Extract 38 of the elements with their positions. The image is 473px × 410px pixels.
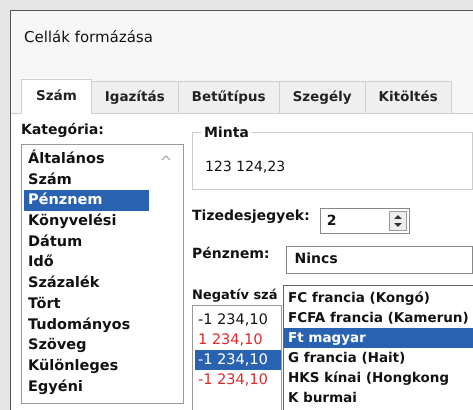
tab[interactable]: Kitöltés <box>364 81 452 114</box>
category-item[interactable]: Idő <box>24 252 149 274</box>
category-item[interactable]: Százalék <box>24 273 149 294</box>
currency-label: Pénznem: <box>192 246 270 262</box>
negative-numbers-label: Negatív szá <box>192 288 278 303</box>
window-title: Cellák formázása <box>24 28 153 46</box>
tab[interactable]: Igazítás <box>90 81 179 114</box>
sample-value: 123 124,23 <box>205 159 286 175</box>
currency-option[interactable]: K burmai <box>284 388 473 408</box>
currency-combobox[interactable]: Nincs <box>286 246 473 274</box>
category-list[interactable]: Általános Szám Pénznem Könyvelési Dátum Idő Százalék Tört Tudományos Szöveg Különleges Egyéni <box>21 144 184 404</box>
negative-number-item[interactable]: 1 234,10 <box>195 330 281 350</box>
spin-arrows-icon[interactable] <box>388 211 407 231</box>
tab[interactable]: Szám <box>21 79 92 114</box>
currency-option[interactable]: HKS kínai (Hongkong <box>284 368 473 388</box>
tab[interactable]: Szegély <box>278 81 366 114</box>
category-item[interactable]: Különleges <box>24 356 149 377</box>
currency-option[interactable]: FCFA francia (Kamerun) <box>284 308 473 328</box>
category-item[interactable]: Szöveg <box>24 335 149 356</box>
decimals-spinner[interactable]: 2 <box>320 208 410 234</box>
category-item[interactable]: Egyéni <box>24 376 149 398</box>
currency-option[interactable]: G francia (Hait) <box>284 348 473 368</box>
category-item[interactable]: Szám <box>24 170 149 190</box>
currency-option[interactable]: FC francia (Kongó) <box>284 288 473 308</box>
category-item[interactable]: Könyvelési <box>24 211 149 232</box>
tab[interactable]: Betűtípus <box>178 81 280 114</box>
category-item[interactable]: Tudományos <box>24 314 149 336</box>
category-item[interactable]: Pénznem <box>24 190 149 212</box>
category-item[interactable]: Tört <box>24 294 149 314</box>
currency-option[interactable]: Ft magyar <box>284 328 473 348</box>
category-item[interactable]: Dátum <box>24 232 149 252</box>
category-item[interactable]: Általános <box>24 149 149 170</box>
negative-number-item[interactable]: -1 234,10 <box>195 310 281 330</box>
negative-numbers-list[interactable]: -1 234,10 1 234,10 -1 234,10 -1 234,10 <box>192 305 282 410</box>
category-label: Kategória: <box>21 122 104 138</box>
decimals-label: Tizedesjegyek: <box>192 208 310 224</box>
negative-number-item[interactable]: -1 234,10 <box>195 350 281 370</box>
negative-number-item[interactable]: -1 234,10 <box>195 370 281 390</box>
